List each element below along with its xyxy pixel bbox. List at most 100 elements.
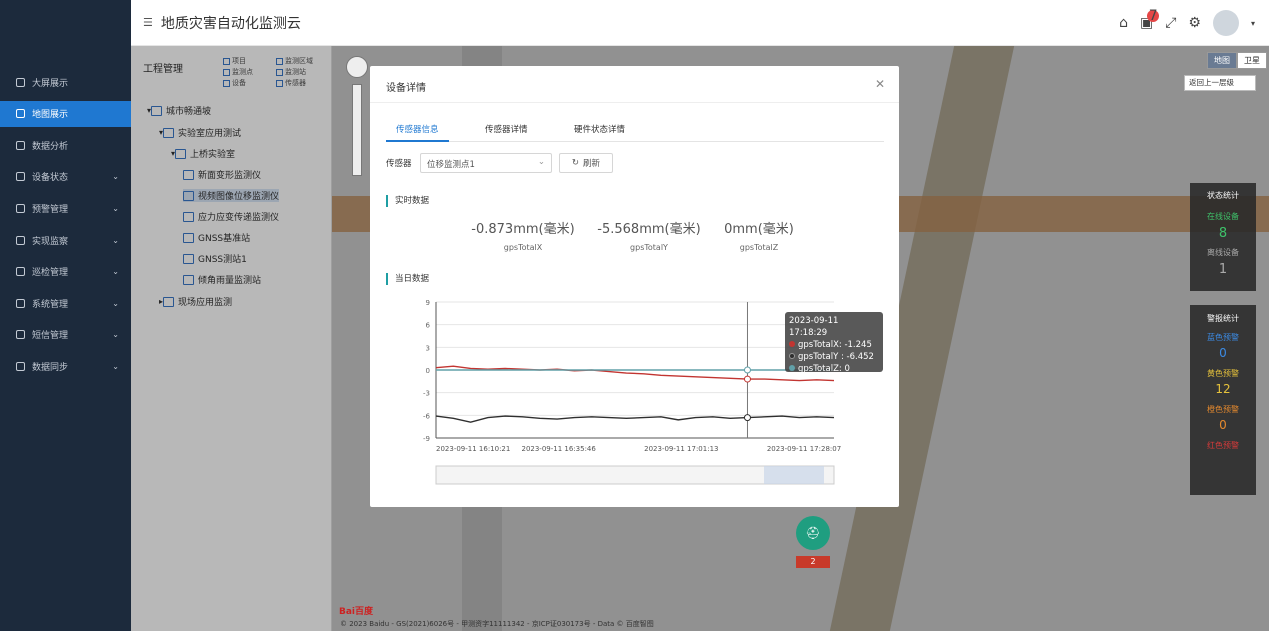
zoom-control[interactable] (346, 56, 368, 78)
warning-count: 0 (1219, 418, 1227, 432)
online-count: 8 (1218, 226, 1228, 241)
cursor-point (743, 366, 751, 374)
refresh-label: 刷新 (583, 159, 601, 169)
realtime-z-value: 0mm(毫米) (724, 222, 794, 237)
realtime-y-value: -5.568mm(毫米) (597, 222, 701, 237)
baidu-logo: Bai百度 (339, 607, 374, 617)
map-type-toggle: 地图 卫星 (1207, 52, 1267, 69)
realtime-z-key: gpsTotalZ (739, 243, 779, 252)
menu-item-icon (16, 361, 25, 371)
online-label: 在线设备 (1207, 212, 1239, 221)
tooltip-z-text: gpsTotalZ: 0 (798, 364, 850, 374)
menu-item-icon (16, 172, 25, 182)
sidebar-item-label: 实现监察 (32, 236, 69, 247)
sidebar-item-label: 大屏展示 (32, 78, 69, 89)
sensor-select[interactable]: 位移监测点1 ⌄ (420, 153, 552, 173)
status-stats-panel: 状态统计 在线设备 8 离线设备 1 (1190, 183, 1256, 291)
offline-count: 1 (1218, 262, 1228, 277)
warning-label: 蓝色预警 (1207, 333, 1239, 342)
series-line-gpsTotalX (435, 365, 835, 382)
sidebar-item-9[interactable]: 数据同步 ⌄ (0, 353, 131, 379)
realtime-section-title: 实时数据 (386, 195, 429, 207)
chevron-down-icon: ⌄ (537, 157, 545, 167)
y-tick-label: 3 (426, 344, 430, 352)
sidebar-item-label: 系统管理 (32, 299, 69, 310)
cursor-point (743, 375, 751, 383)
sidebar-item-5[interactable]: 实现监察 ⌄ (0, 227, 131, 253)
menu-item-icon (16, 298, 25, 308)
y-tick-label: -3 (423, 390, 430, 398)
y-tick-label: 6 (426, 322, 431, 330)
chevron-down-icon: ⌄ (112, 330, 119, 340)
cursor-point (743, 414, 751, 422)
offline-label: 离线设备 (1207, 248, 1239, 257)
warning-title: 警报统计 (1207, 314, 1239, 323)
sidebar-item-4[interactable]: 预警管理 ⌄ (0, 195, 131, 221)
tab-hardware-status[interactable]: 硬件状态详情 (564, 124, 635, 142)
notification-icon[interactable]: ▣ 7 (1140, 9, 1160, 31)
device-detail-modal: 设备详情 ✕ 传感器信息 传感器详情 硬件状态详情 传感器 位移监测点1 ⌄ ↻… (370, 66, 899, 507)
chevron-down-icon: ⌄ (112, 298, 119, 308)
notification-badge: 7 (1147, 8, 1160, 24)
sidebar-item-0[interactable]: 大屏展示 (0, 69, 131, 95)
y-tick-label: 9 (426, 299, 430, 307)
data-zoom-track (435, 465, 835, 485)
sidebar-item-6[interactable]: 巡检管理 ⌄ (0, 259, 131, 285)
y-tick-label: -6 (423, 412, 431, 420)
tooltip-row-z: gpsTotalZ: 0 (789, 363, 879, 375)
sidebar-item-7[interactable]: 系统管理 ⌄ (0, 290, 131, 316)
sidebar-item-label: 地图展示 (32, 110, 69, 121)
settings-icon[interactable]: ⚙ (1188, 15, 1201, 31)
menu-item-icon (16, 267, 25, 277)
sidebar-item-label: 短信管理 (32, 331, 69, 342)
warning-stats-panel: 警报统计 蓝色预警 0 黄色预警 12 橙色预警 0 红色预警 (1190, 305, 1256, 495)
menu-item-icon (16, 203, 25, 213)
realtime-z: 0mm(毫米) gpsTotalZ (716, 218, 802, 252)
realtime-x-key: gpsTotalX (503, 243, 543, 252)
y-tick-label: -9 (423, 435, 430, 443)
map-type-map[interactable]: 地图 (1207, 52, 1237, 69)
x-tick-label: 2023-09-11 16:10:21 (436, 445, 510, 453)
chevron-down-icon[interactable]: ▾ (1251, 19, 1255, 28)
chevron-down-icon: ⌄ (112, 267, 119, 277)
tab-sensor-detail[interactable]: 传感器详情 (475, 124, 538, 142)
sidebar: 大屏展示 地图展示 数据分析 设备状态 ⌄ 预警管理 ⌄ 实现监察 ⌄ 巡检管理 ⌄ 系统管理 ⌄ 短信管… (0, 0, 131, 631)
sidebar-item-8[interactable]: 短信管理 ⌄ (0, 322, 131, 348)
map-type-satellite[interactable]: 卫星 (1237, 52, 1267, 69)
avatar[interactable] (1212, 10, 1239, 36)
modal-divider (370, 102, 899, 103)
top-icons: ⌂ ▣ 7 ⤢ ⚙ ▾ (1119, 9, 1255, 36)
menu-item-icon (16, 140, 25, 150)
realtime-y-key: gpsTotalY (630, 243, 668, 252)
map-marker-cluster[interactable]: ⛑ (796, 516, 830, 550)
sensor-label: 传感器 (386, 159, 412, 169)
today-section-title: 当日数据 (386, 273, 429, 285)
menu-toggle-icon[interactable]: ☰ (143, 16, 153, 29)
tooltip-row-y: gpsTotalY : -6.452 (789, 351, 879, 363)
close-icon[interactable]: ✕ (875, 77, 885, 91)
refresh-button[interactable]: ↻ 刷新 (559, 153, 613, 173)
modal-title: 设备详情 (386, 83, 426, 94)
sidebar-item-2[interactable]: 数据分析 (0, 132, 131, 158)
back-button[interactable]: 返回上一层级 (1184, 75, 1256, 91)
map-copyright: © 2023 Baidu - GS(2021)6026号 - 甲测资字11111… (340, 620, 654, 628)
status-title: 状态统计 (1207, 191, 1239, 200)
sidebar-item-label: 数据同步 (32, 362, 69, 373)
sidebar-item-3[interactable]: 设备状态 ⌄ (0, 164, 131, 190)
warning-label: 红色预警 (1207, 441, 1239, 450)
tab-sensor-info[interactable]: 传感器信息 (386, 124, 449, 142)
x-tick-label: 2023-09-11 16:35:46 (521, 445, 596, 453)
sidebar-item-label: 设备状态 (32, 173, 69, 184)
realtime-x-value: -0.873mm(毫米) (471, 222, 575, 237)
sidebar-item-1[interactable]: 地图展示 (0, 100, 131, 127)
chevron-down-icon: ⌄ (112, 361, 119, 371)
chevron-down-icon: ⌄ (112, 172, 119, 182)
zoom-slider[interactable] (352, 84, 362, 176)
fullscreen-icon[interactable]: ⤢ (1165, 15, 1176, 31)
x-tick-label: 2023-09-11 17:01:13 (644, 445, 718, 453)
refresh-icon: ↻ (571, 158, 580, 168)
home-icon[interactable]: ⌂ (1119, 15, 1128, 31)
data-zoom-window (764, 466, 824, 484)
realtime-y: -5.568mm(毫米) gpsTotalY (592, 218, 706, 252)
warning-count: 0 (1219, 346, 1227, 360)
